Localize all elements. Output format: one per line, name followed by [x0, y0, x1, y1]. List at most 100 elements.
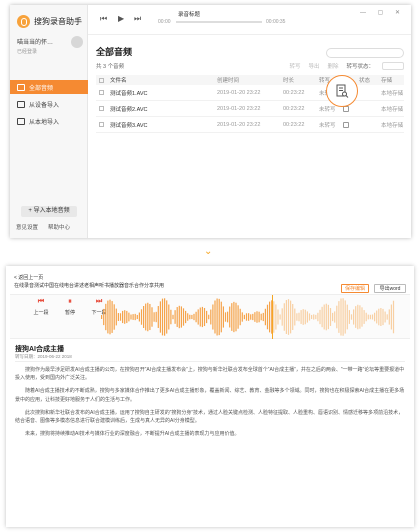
sidebar-item-all-audio[interactable]: 全部音频	[10, 80, 88, 94]
control-label: 上一段	[33, 310, 49, 316]
playhead[interactable]	[272, 295, 273, 339]
previous-segment-button[interactable]: ⏮ 上一段	[28, 298, 54, 316]
editor-subtitle: 在线录音测试中国在线电台讲述老相声听书播放器音乐合作分享共用	[14, 283, 165, 289]
row-checkbox[interactable]	[99, 122, 104, 127]
progress-slider[interactable]	[176, 21, 262, 23]
column-header-storage: 存储	[381, 78, 393, 84]
export-button[interactable]: 导出	[308, 62, 319, 70]
save-edit-button[interactable]: 保存编辑	[341, 284, 369, 293]
control-label: 暂停	[64, 310, 75, 316]
waveform-bar	[193, 313, 195, 321]
waveform-bar	[275, 304, 277, 330]
waveform-bar	[172, 314, 174, 320]
paragraph[interactable]: 随着AI合成主播技术的不断成熟，搜狗与多家媒体合作推出了更多AI合成主播形象，覆…	[15, 387, 405, 403]
transcribe-icon[interactable]	[343, 121, 349, 128]
paragraph[interactable]: 未来，搜狗将持续推动AI技术与媒体行业的深度融合，不断提升AI合成主播的表现力与…	[15, 430, 405, 438]
waveform-bar	[382, 308, 384, 326]
select-all-checkbox[interactable]	[99, 77, 104, 83]
waveform-bar	[258, 311, 260, 323]
waveform-bar	[138, 312, 140, 322]
column-header-time[interactable]: 创建时间	[217, 76, 239, 84]
waveform-bar	[302, 309, 304, 325]
help-link[interactable]: 帮助中心	[48, 223, 70, 231]
waveform-bar	[101, 315, 103, 319]
waveform-bar	[153, 312, 155, 322]
waveform-bar	[294, 308, 296, 326]
waveform-bar	[325, 303, 327, 331]
waveform-bar	[308, 313, 311, 321]
delete-button[interactable]: 删除	[327, 62, 338, 70]
paragraph[interactable]: 搜狗作为最早涉足研发AI合成主播的公司，在搜狗召开“AI合成主播发布会”上，搜狗…	[15, 366, 405, 382]
user-info[interactable]: 喵当当的怀… 已经登录	[17, 37, 53, 55]
waveform-bar	[281, 308, 283, 326]
file-status: 未转写	[319, 106, 336, 113]
search-input[interactable]	[326, 48, 404, 58]
next-icon[interactable]: ⏭	[134, 14, 141, 24]
table-row[interactable]: 测试音频3.AVC 2019-01-20 23:22 00:23:22 未转写 …	[96, 117, 404, 133]
settings-link[interactable]: 意见设置	[16, 223, 38, 231]
waveform-bar	[239, 308, 241, 326]
status-filter-select[interactable]	[382, 62, 404, 70]
transcript-body[interactable]: 搜狗作为最早涉足研发AI合成主播的公司，在搜狗召开“AI合成主播发布会”上，搜狗…	[15, 366, 405, 443]
window-controls[interactable]: — ▢ ✕	[360, 9, 405, 16]
audio-icon	[17, 83, 25, 91]
previous-icon: ⏮	[37, 298, 45, 305]
sidebar-item-local-import[interactable]: 从本地导入	[10, 114, 88, 128]
file-status: 未转写	[319, 122, 336, 129]
app-logo: 搜狗录音助手	[17, 15, 82, 28]
waveform-bar	[338, 301, 340, 333]
waveform-bar	[260, 313, 262, 321]
waveform-bar	[374, 312, 376, 322]
file-name[interactable]: 测试音频3.AVC	[110, 121, 148, 129]
avatar[interactable]	[71, 36, 83, 48]
waveform-bar	[231, 303, 233, 331]
waveform-bar	[140, 309, 143, 325]
file-duration: 00:23:22	[283, 89, 305, 96]
waveform-bar	[346, 304, 348, 330]
import-local-audio-button[interactable]: + 导入本地音频	[21, 206, 77, 217]
waveform-bar	[180, 306, 182, 328]
play-icon[interactable]: ▶	[118, 14, 124, 23]
column-header-duration[interactable]: 时长	[283, 76, 294, 84]
user-status: 已经登录	[17, 49, 38, 55]
waveform-bar	[243, 314, 245, 320]
waveform-bar	[353, 309, 355, 325]
waveform-bar	[361, 307, 363, 327]
down-arrow-icon: ⌄	[204, 246, 213, 257]
waveform-bar	[296, 313, 298, 321]
waveform-bar	[371, 314, 374, 320]
waveform-bar	[222, 306, 224, 328]
waveform-bar	[229, 306, 231, 328]
pause-button[interactable]: ⏸ 暂停	[57, 298, 83, 316]
sidebar-item-label: 从设备导入	[29, 102, 60, 109]
file-name[interactable]: 测试音频2.AVC	[110, 105, 148, 113]
waveform-bar	[369, 314, 371, 320]
back-link[interactable]: < 返回上一页	[14, 274, 43, 281]
waveform-bar	[159, 301, 161, 333]
table-row[interactable]: 测试音频2.AVC 2019-01-20 23:22 00:23:22 未转写 …	[96, 101, 404, 117]
waveform-bar	[155, 311, 157, 323]
waveform-bar	[304, 309, 306, 325]
row-checkbox[interactable]	[99, 106, 104, 111]
waveform-bar	[214, 300, 216, 334]
waveform-bar	[262, 312, 264, 322]
paragraph[interactable]: 此次搜狗和新华社联合发布的AI合成主播，运用了搜狗自主研发的“搜狗分身”技术，通…	[15, 409, 405, 425]
column-header-name[interactable]: 文件名	[110, 76, 127, 84]
export-word-button[interactable]: 导出word	[374, 284, 406, 293]
waveform-bar	[136, 314, 138, 320]
waveform-bar	[332, 312, 334, 322]
waveform-bar	[119, 313, 122, 321]
waveform-bar	[298, 312, 300, 322]
waveform-bar	[273, 301, 275, 333]
sidebar-item-device-import[interactable]: 从设备导入	[10, 97, 88, 111]
file-toolbar: 共 3 个音频 转写 导出 删除 转写状态：	[96, 61, 404, 71]
file-name[interactable]: 测试音频1.AVC	[110, 89, 148, 97]
transcribe-button[interactable]: 转写	[289, 62, 300, 70]
waveform[interactable]	[101, 296, 401, 338]
waveform-bar	[315, 314, 317, 320]
waveform-bar	[195, 311, 197, 323]
row-checkbox[interactable]	[99, 90, 104, 95]
previous-icon[interactable]: ⏮	[100, 14, 107, 24]
user-name: 喵当当的怀…	[17, 40, 54, 46]
waveform-bar	[107, 300, 109, 334]
